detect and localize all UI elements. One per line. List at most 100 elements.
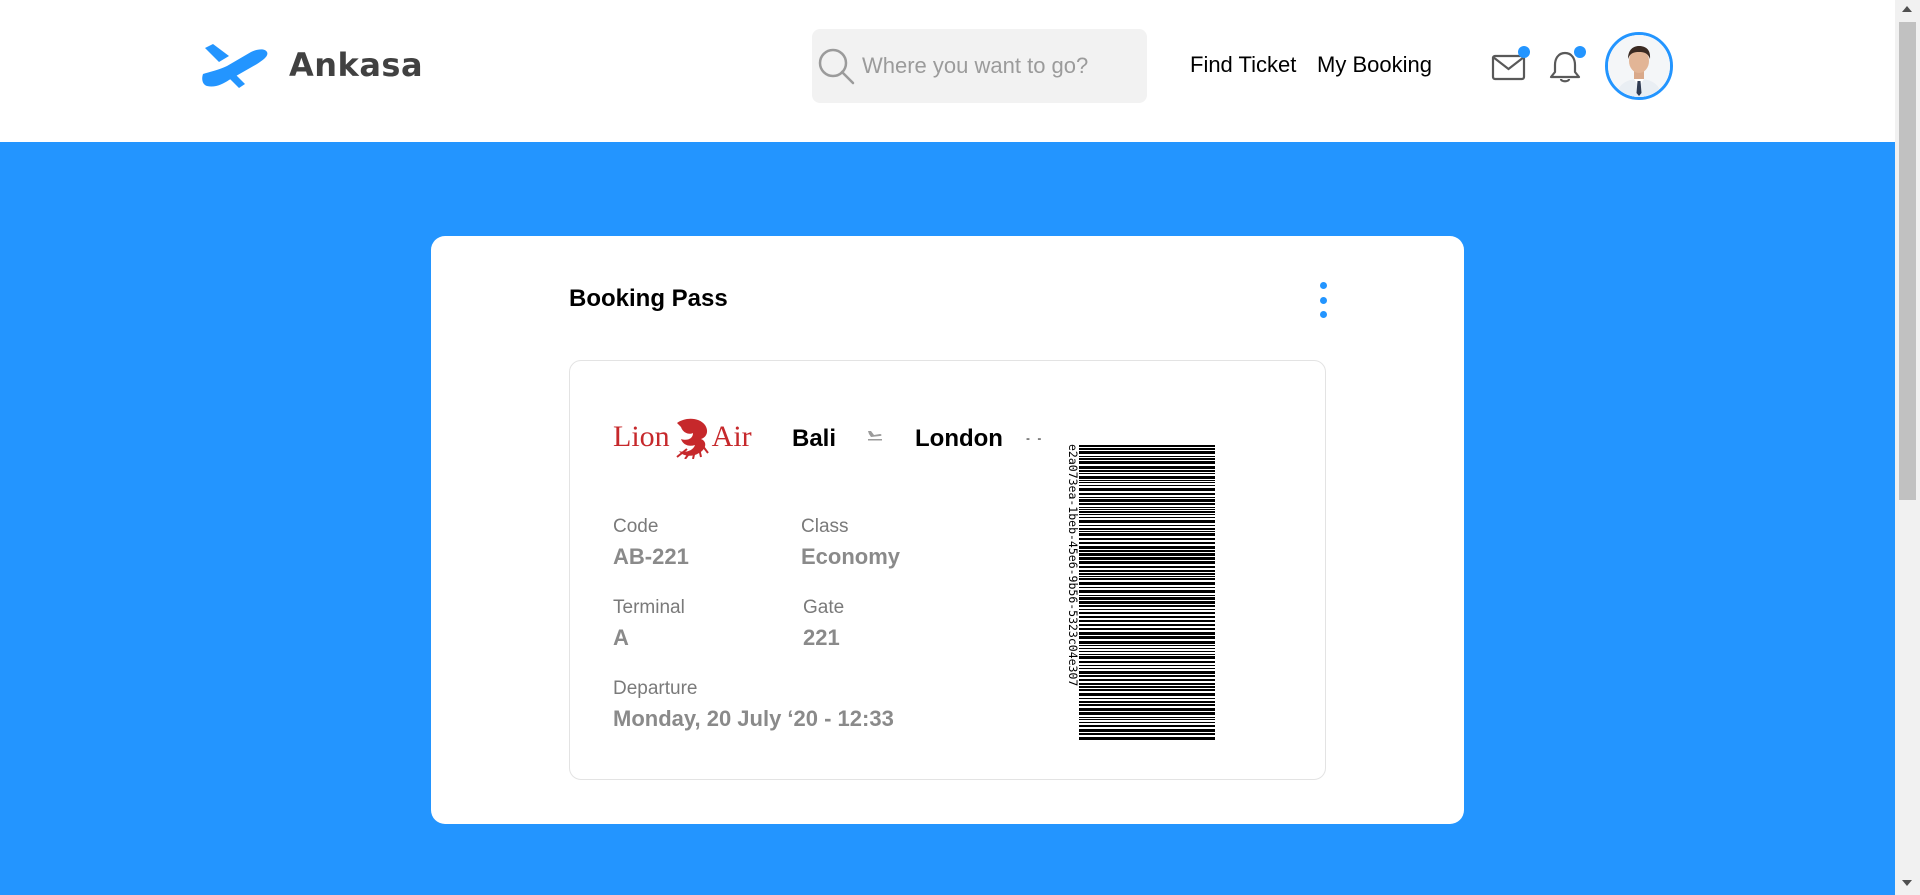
barcode-stripe (1079, 553, 1215, 556)
airline-logo: Lion Air (613, 415, 752, 459)
barcode-stripe (1079, 717, 1215, 718)
code-label: Code (613, 516, 659, 537)
scroll-down-arrow-icon[interactable] (1902, 880, 1912, 886)
barcode-stripe (1079, 550, 1215, 552)
barcode-stripe (1079, 651, 1215, 652)
barcode-stripe (1079, 461, 1215, 464)
airline-logo-right-text: Air (711, 420, 752, 453)
mail-notification-dot (1518, 46, 1530, 58)
barcode-stripe (1079, 645, 1215, 646)
barcode-stripe (1079, 546, 1215, 549)
scroll-thumb[interactable] (1899, 22, 1916, 500)
barcode-stripe (1079, 683, 1215, 685)
barcode-stripe (1079, 493, 1215, 495)
barcode-stripe (1079, 661, 1215, 663)
lion-emblem-icon (676, 418, 709, 459)
gate-label: Gate (803, 597, 845, 618)
barcode-stripe (1079, 482, 1215, 483)
barcode-stripe (1079, 561, 1215, 564)
barcode-stripe (1079, 480, 1215, 481)
route-origin: Bali (792, 425, 837, 452)
barcode-stripe (1079, 671, 1215, 674)
barcode-stripe (1079, 566, 1215, 568)
barcode-stripe (1079, 582, 1215, 585)
barcode-stripe (1079, 503, 1215, 505)
plane-icon (202, 44, 268, 88)
nav-my-booking[interactable]: My Booking (1317, 52, 1432, 78)
kebab-dot (1319, 282, 1327, 289)
barcode-stripe (1079, 686, 1215, 688)
barcode-stripe (1079, 473, 1215, 474)
barcode-stripe (1079, 668, 1215, 669)
barcode-stripe (1079, 578, 1215, 580)
barcode-stripe (1079, 517, 1215, 518)
barcode-stripe (1079, 542, 1215, 544)
barcode-stripe (1079, 654, 1215, 655)
barcode-stripe (1079, 509, 1215, 510)
barcode-stripe (1079, 597, 1215, 600)
barcode-stripe (1079, 538, 1215, 540)
barcode-stripe (1079, 701, 1215, 703)
barcode-stripe (1079, 708, 1215, 711)
code-value: AB-221 (613, 544, 689, 569)
barcode-stripe (1079, 636, 1215, 639)
barcode-stripe (1079, 507, 1215, 508)
barcode-stripe (1079, 725, 1215, 727)
barcode-stripe (1079, 624, 1215, 626)
top-navbar: Ankasa Find Ticket My Booking (0, 0, 1895, 142)
barcode-stripe (1079, 466, 1215, 469)
kebab-dot (1319, 296, 1327, 304)
barcode-stripe (1079, 485, 1215, 486)
search-input[interactable] (862, 53, 1132, 79)
barcode-stripe (1079, 456, 1215, 457)
scroll-up-arrow-icon[interactable] (1902, 6, 1912, 12)
gate-value: 221 (803, 625, 840, 650)
barcode-stripe (1079, 587, 1215, 588)
barcode-stripe (1079, 722, 1215, 723)
barcode-stripe (1079, 641, 1215, 644)
barcode-stripe (1079, 609, 1215, 610)
page-scrollbar[interactable] (1895, 0, 1920, 895)
avatar-image (1608, 35, 1670, 97)
barcode-stripe (1079, 528, 1215, 530)
more-vertical-icon[interactable] (1315, 282, 1331, 318)
nav-find-ticket[interactable]: Find Ticket (1190, 52, 1296, 78)
barcode-stripe (1079, 451, 1215, 454)
search-bar[interactable] (812, 29, 1147, 103)
barcode-stripe (1079, 448, 1215, 450)
barcode-stripe (1079, 733, 1215, 735)
barcode-stripe (1079, 570, 1215, 572)
barcode-stripe (1079, 511, 1215, 513)
barcode (1079, 445, 1215, 740)
barcode-stripe (1079, 679, 1215, 681)
barcode-stripe (1079, 557, 1215, 560)
flight-icon (868, 431, 882, 441)
barcode-stripe (1079, 605, 1215, 607)
barcode-stripe (1079, 531, 1215, 532)
airline-logo-left-text: Lion (613, 420, 670, 453)
bell-icon[interactable] (1546, 46, 1586, 86)
mail-icon[interactable] (1490, 46, 1530, 86)
barcode-stripe (1079, 499, 1215, 502)
search-icon (818, 48, 855, 85)
kebab-dot (1319, 311, 1327, 318)
barcode-stripe (1079, 693, 1215, 696)
barcode-stripe (1079, 533, 1215, 536)
barcode-stripe (1079, 712, 1215, 715)
barcode-text: e2a073ea-1beb-45e6-9b56-5323c04e307 (1066, 444, 1080, 687)
barcode-stripe (1079, 719, 1215, 720)
barcode-stripe (1079, 525, 1215, 526)
barcode-stripe (1079, 470, 1215, 472)
barcode-stripe (1079, 665, 1215, 666)
brand-name: Ankasa (289, 46, 424, 84)
barcode-stripe (1079, 648, 1215, 649)
card-title: Booking Pass (569, 285, 728, 312)
brand-logo[interactable]: Ankasa (199, 40, 423, 90)
barcode-stripe (1079, 656, 1215, 659)
barcode-stripe (1079, 612, 1215, 614)
barcode-stripe (1079, 729, 1215, 732)
user-avatar[interactable] (1605, 32, 1673, 100)
class-value: Economy (801, 544, 901, 569)
barcode-stripe (1079, 576, 1215, 577)
barcode-stripe (1079, 590, 1215, 593)
